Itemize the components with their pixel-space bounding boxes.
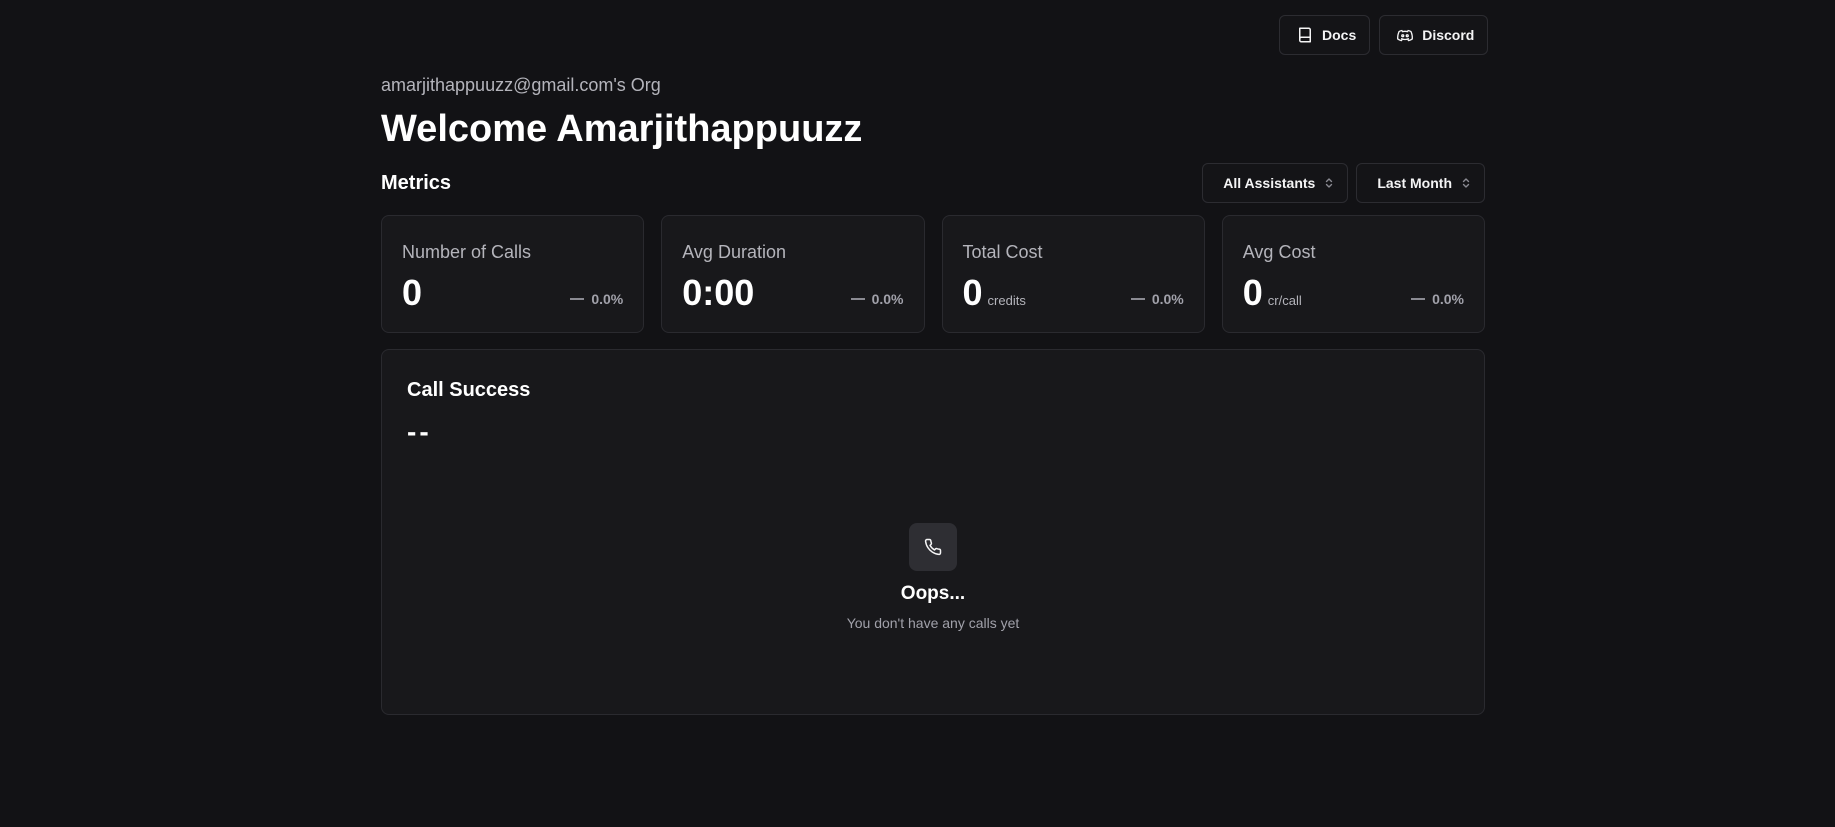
call-success-value: -- [407,416,432,447]
metric-value: 0 [962,272,983,313]
metric-label: Number of Calls [402,242,532,262]
page-title: Welcome Amarjithappuuzz [381,108,863,150]
discord-button[interactable]: Discord [1379,15,1489,55]
book-icon [1296,26,1314,44]
period-select[interactable]: Last Month [1356,163,1485,203]
discord-icon [1396,26,1414,44]
metric-change: 0.0% [1130,291,1184,313]
call-success-panel: Call Success -- Oops... You don't have a… [381,349,1485,715]
metric-card-avg-cost: Avg Cost 0 cr/call 0.0% [1221,215,1485,333]
top-actions: Docs Discord [1279,15,1489,55]
chevron-up-down-icon [1325,177,1333,189]
metric-value: 0 [402,272,423,313]
empty-state: Oops... You don't have any calls yet [382,523,1484,631]
metric-change-value: 0.0% [871,291,904,307]
discord-label: Discord [1422,27,1475,43]
no-change-icon [570,298,585,300]
metric-unit: cr/call [1267,293,1302,308]
no-change-icon [1411,298,1426,300]
empty-state-title: Oops... [900,583,966,604]
metric-label: Total Cost [962,242,1043,262]
docs-label: Docs [1322,27,1357,43]
metric-unit: credits [987,293,1026,308]
org-name: amarjithappuuzz@gmail.com's Org [381,75,661,95]
metric-label: Avg Cost [1242,242,1316,262]
no-change-icon [850,298,865,300]
metric-cards: Number of Calls 0 0.0% Avg Duration 0:00 [381,215,1485,333]
metric-value: 0 [1242,272,1263,313]
metric-change: 0.0% [1411,291,1464,313]
docs-button[interactable]: Docs [1279,15,1371,55]
metric-change: 0.0% [850,291,904,313]
metric-value: 0:00 [682,272,755,313]
metric-card-total-cost: Total Cost 0 credits 0.0% [941,215,1205,333]
metric-change-value: 0.0% [1151,291,1184,307]
metric-label: Avg Duration [682,242,786,262]
metric-change-value: 0.0% [1432,291,1464,307]
metrics-heading: Metrics [381,172,452,194]
phone-icon [909,523,957,571]
metric-change-value: 0.0% [591,291,624,307]
assistant-select-value: All Assistants [1223,175,1316,191]
empty-state-subtitle: You don't have any calls yet [846,615,1020,631]
assistant-select[interactable]: All Assistants [1202,163,1349,203]
period-select-value: Last Month [1377,175,1452,191]
metric-card-calls: Number of Calls 0 0.0% [381,215,645,333]
no-change-icon [1130,298,1145,300]
metric-change: 0.0% [570,291,623,313]
metric-card-duration: Avg Duration 0:00 0.0% [661,215,925,333]
call-success-title: Call Success [407,379,531,401]
chevron-up-down-icon [1462,177,1470,189]
metrics-filters: All Assistants Last Month [1202,163,1485,203]
